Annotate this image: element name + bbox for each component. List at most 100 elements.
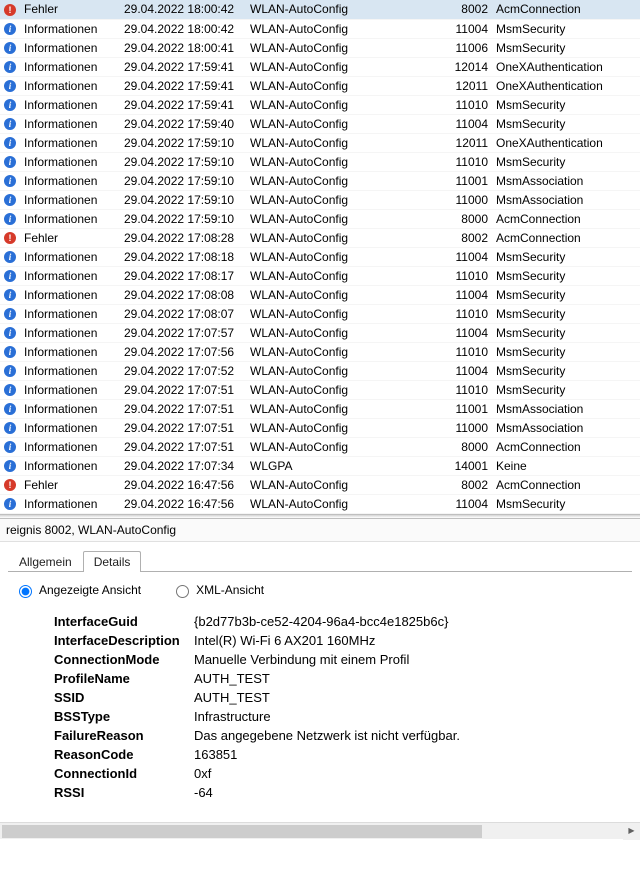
source-cell: WLAN-AutoConfig	[246, 266, 442, 285]
table-row[interactable]: Informationen29.04.2022 17:59:10WLAN-Aut…	[0, 171, 640, 190]
source-cell: WLAN-AutoConfig	[246, 171, 442, 190]
source-cell: WLAN-AutoConfig	[246, 0, 442, 19]
detail-row: ConnectionModeManuelle Verbindung mit ei…	[54, 650, 620, 669]
info-icon	[4, 156, 16, 168]
table-row[interactable]: Informationen29.04.2022 17:59:10WLAN-Aut…	[0, 133, 640, 152]
source-cell: WLAN-AutoConfig	[246, 152, 442, 171]
eventid-cell: 8000	[442, 209, 492, 228]
table-row[interactable]: Informationen29.04.2022 17:07:51WLAN-Aut…	[0, 380, 640, 399]
radio-xml-ansicht[interactable]: XML-Ansicht	[171, 582, 264, 598]
info-icon	[4, 137, 16, 149]
info-icon	[4, 251, 16, 263]
date-cell: 29.04.2022 17:59:10	[120, 171, 246, 190]
source-cell: WLAN-AutoConfig	[246, 342, 442, 361]
eventid-cell: 11000	[442, 418, 492, 437]
source-cell: WLAN-AutoConfig	[246, 437, 442, 456]
category-cell: MsmSecurity	[492, 342, 640, 361]
category-cell: MsmSecurity	[492, 38, 640, 57]
level-cell: Informationen	[20, 418, 120, 437]
table-row[interactable]: Informationen29.04.2022 16:47:56WLAN-Aut…	[0, 494, 640, 513]
table-row[interactable]: Informationen29.04.2022 17:07:52WLAN-Aut…	[0, 361, 640, 380]
table-row[interactable]: Informationen29.04.2022 17:07:51WLAN-Aut…	[0, 418, 640, 437]
table-row[interactable]: Informationen29.04.2022 17:59:10WLAN-Aut…	[0, 190, 640, 209]
date-cell: 29.04.2022 16:47:56	[120, 475, 246, 494]
detail-value: AUTH_TEST	[194, 690, 270, 705]
category-cell: MsmSecurity	[492, 266, 640, 285]
category-cell: MsmAssociation	[492, 171, 640, 190]
table-row[interactable]: Informationen29.04.2022 17:59:41WLAN-Aut…	[0, 95, 640, 114]
detail-value: Infrastructure	[194, 709, 271, 724]
table-row[interactable]: Informationen29.04.2022 17:07:34WLGPA140…	[0, 456, 640, 475]
scroll-thumb[interactable]	[2, 825, 482, 838]
table-row[interactable]: Informationen29.04.2022 17:07:56WLAN-Aut…	[0, 342, 640, 361]
table-row[interactable]: Informationen29.04.2022 17:07:57WLAN-Aut…	[0, 323, 640, 342]
info-icon	[4, 460, 16, 472]
radio-angezeigte-input[interactable]	[19, 585, 32, 598]
table-row[interactable]: Informationen29.04.2022 17:08:18WLAN-Aut…	[0, 247, 640, 266]
table-row[interactable]: Fehler29.04.2022 18:00:42WLAN-AutoConfig…	[0, 0, 640, 19]
event-list[interactable]: Fehler29.04.2022 18:00:42WLAN-AutoConfig…	[0, 0, 640, 514]
detail-key: RSSI	[54, 785, 194, 800]
eventid-cell: 11010	[442, 380, 492, 399]
detail-key: SSID	[54, 690, 194, 705]
level-cell: Informationen	[20, 494, 120, 513]
detail-row: ConnectionId0xf	[54, 764, 620, 783]
info-icon	[4, 422, 16, 434]
date-cell: 29.04.2022 17:07:51	[120, 437, 246, 456]
table-row[interactable]: Informationen29.04.2022 17:07:51WLAN-Aut…	[0, 399, 640, 418]
info-icon	[4, 346, 16, 358]
category-cell: MsmSecurity	[492, 494, 640, 513]
level-cell: Informationen	[20, 361, 120, 380]
info-icon	[4, 498, 16, 510]
info-icon	[4, 175, 16, 187]
detail-value: Intel(R) Wi-Fi 6 AX201 160MHz	[194, 633, 375, 648]
level-cell: Informationen	[20, 437, 120, 456]
table-row[interactable]: Informationen29.04.2022 17:07:51WLAN-Aut…	[0, 437, 640, 456]
category-cell: MsmSecurity	[492, 114, 640, 133]
date-cell: 29.04.2022 17:07:51	[120, 399, 246, 418]
detail-row: ProfileNameAUTH_TEST	[54, 669, 620, 688]
date-cell: 29.04.2022 17:07:57	[120, 323, 246, 342]
table-row[interactable]: Informationen29.04.2022 18:00:41WLAN-Aut…	[0, 38, 640, 57]
date-cell: 29.04.2022 17:08:17	[120, 266, 246, 285]
table-row[interactable]: Informationen29.04.2022 17:59:10WLAN-Aut…	[0, 152, 640, 171]
eventid-cell: 11001	[442, 171, 492, 190]
table-row[interactable]: Informationen29.04.2022 17:08:07WLAN-Aut…	[0, 304, 640, 323]
source-cell: WLAN-AutoConfig	[246, 228, 442, 247]
table-row[interactable]: Fehler29.04.2022 16:47:56WLAN-AutoConfig…	[0, 475, 640, 494]
eventid-cell: 12011	[442, 133, 492, 152]
table-row[interactable]: Informationen29.04.2022 17:59:41WLAN-Aut…	[0, 76, 640, 95]
scroll-right-arrow-icon[interactable]: ▶	[623, 823, 640, 840]
level-cell: Informationen	[20, 304, 120, 323]
level-cell: Informationen	[20, 247, 120, 266]
date-cell: 29.04.2022 17:59:10	[120, 133, 246, 152]
eventid-cell: 11004	[442, 361, 492, 380]
source-cell: WLAN-AutoConfig	[246, 418, 442, 437]
info-icon	[4, 308, 16, 320]
date-cell: 29.04.2022 17:59:10	[120, 209, 246, 228]
source-cell: WLAN-AutoConfig	[246, 76, 442, 95]
eventid-cell: 11004	[442, 114, 492, 133]
table-row[interactable]: Informationen29.04.2022 17:08:08WLAN-Aut…	[0, 285, 640, 304]
table-row[interactable]: Informationen29.04.2022 17:59:41WLAN-Aut…	[0, 57, 640, 76]
source-cell: WLAN-AutoConfig	[246, 323, 442, 342]
date-cell: 29.04.2022 17:59:10	[120, 190, 246, 209]
table-row[interactable]: Informationen29.04.2022 17:08:17WLAN-Aut…	[0, 266, 640, 285]
tab-allgemein[interactable]: Allgemein	[8, 551, 83, 572]
date-cell: 29.04.2022 16:47:56	[120, 494, 246, 513]
radio-angezeigte-ansicht[interactable]: Angezeigte Ansicht	[14, 582, 141, 598]
table-row[interactable]: Informationen29.04.2022 18:00:42WLAN-Aut…	[0, 19, 640, 38]
level-cell: Informationen	[20, 323, 120, 342]
detail-row: SSIDAUTH_TEST	[54, 688, 620, 707]
table-row[interactable]: Informationen29.04.2022 17:59:10WLAN-Aut…	[0, 209, 640, 228]
source-cell: WLAN-AutoConfig	[246, 19, 442, 38]
tab-details[interactable]: Details	[83, 551, 142, 572]
info-icon	[4, 99, 16, 111]
level-cell: Informationen	[20, 190, 120, 209]
table-row[interactable]: Informationen29.04.2022 17:59:40WLAN-Aut…	[0, 114, 640, 133]
radio-xml-input[interactable]	[176, 585, 189, 598]
table-row[interactable]: Fehler29.04.2022 17:08:28WLAN-AutoConfig…	[0, 228, 640, 247]
source-cell: WLAN-AutoConfig	[246, 475, 442, 494]
horizontal-scrollbar[interactable]: ▶	[0, 822, 640, 839]
source-cell: WLAN-AutoConfig	[246, 190, 442, 209]
